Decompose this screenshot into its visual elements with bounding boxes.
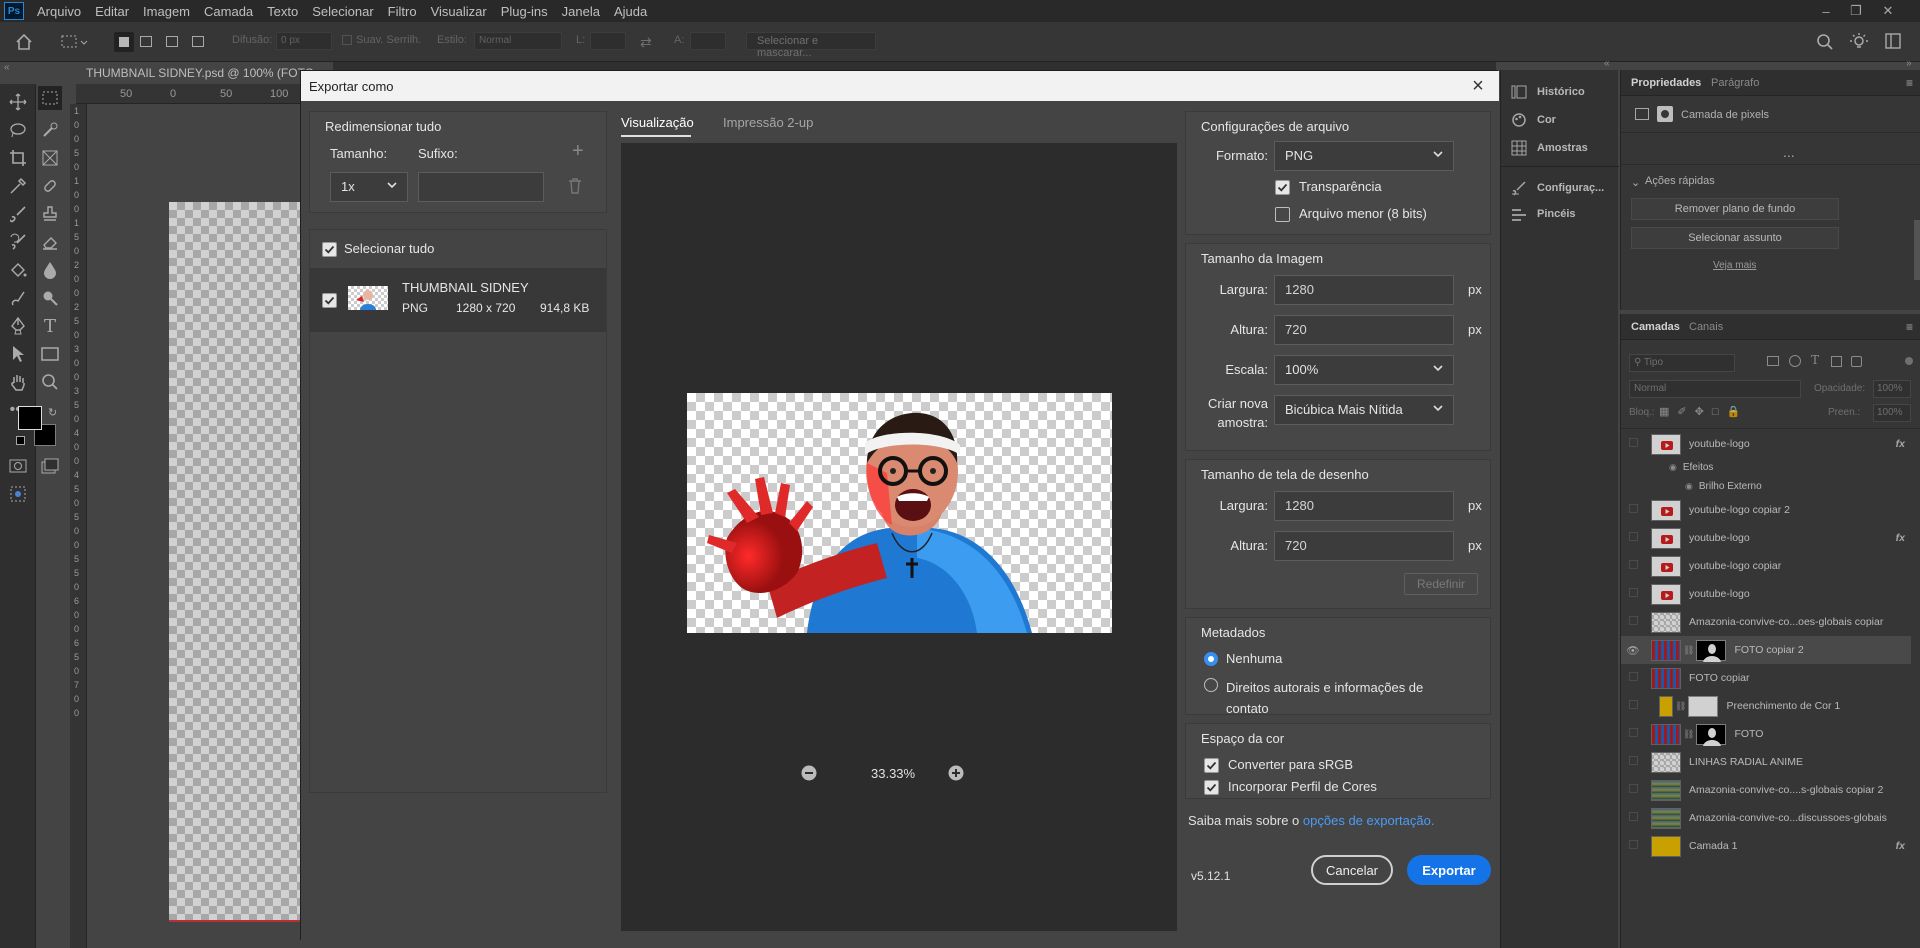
tab-preview[interactable]: Visualização: [621, 115, 694, 130]
close-icon[interactable]: ×: [1467, 75, 1489, 97]
smaller-file-checkbox[interactable]: [1275, 207, 1290, 222]
image-width-input[interactable]: 1280: [1274, 275, 1454, 305]
embed-profile-label: Incorporar Perfil de Cores: [1228, 779, 1377, 794]
select-all-checkbox[interactable]: [322, 242, 337, 257]
format-value: PNG: [1285, 148, 1314, 163]
convert-srgb-label: Converter para sRGB: [1228, 757, 1353, 772]
format-label: Formato:: [1215, 148, 1268, 163]
reset-button[interactable]: Redefinir: [1404, 573, 1478, 595]
resample-value: Bicúbica Mais Nítida: [1285, 402, 1403, 417]
asset-format: PNG: [402, 301, 429, 315]
cancel-button[interactable]: Cancelar: [1311, 855, 1393, 885]
resample-label: Criar nova amostra:: [1208, 396, 1268, 430]
image-width-label: Largura:: [1219, 282, 1268, 297]
export-button[interactable]: Exportar: [1407, 855, 1491, 885]
chevron-down-icon: [386, 179, 398, 191]
suffix-label: Sufixo:: [418, 146, 458, 161]
canvas-size-section: Tamanho de tela de desenho Largura: 1280…: [1185, 459, 1491, 609]
scale-value: 100%: [1285, 362, 1319, 377]
file-settings-title: Configurações de arquivo: [1201, 119, 1350, 134]
asset-dimensions: 1280 x 720: [456, 301, 516, 315]
preview-column: Visualização Impressão 2-up 33.33%: [613, 101, 1185, 941]
image-size-title: Tamanho da Imagem: [1201, 251, 1324, 266]
size-value: 1x: [341, 179, 355, 194]
metadata-none-radio[interactable]: [1204, 652, 1218, 666]
suffix-input[interactable]: [418, 172, 544, 202]
image-height-label: Altura:: [1230, 322, 1268, 337]
resize-all-title: Redimensionar tudo: [325, 119, 442, 134]
smaller-file-label: Arquivo menor (8 bits): [1299, 206, 1427, 221]
learn-more-prefix: Saiba mais sobre o: [1188, 813, 1300, 828]
asset-list-section: Selecionar tudo THUMBNAIL SIDNEY PNG 128…: [309, 229, 607, 793]
zoom-out-icon[interactable]: [801, 765, 817, 781]
dialog-title: Exportar como: [301, 71, 1499, 101]
zoom-in-icon[interactable]: [948, 765, 964, 781]
convert-srgb-checkbox[interactable]: [1204, 758, 1219, 773]
asset-checkbox[interactable]: [322, 293, 337, 308]
foreground-color-swatch-front[interactable]: [18, 406, 42, 430]
export-as-dialog: Exportar como × Redimensionar tudo Taman…: [300, 70, 1499, 941]
canvas-width-input[interactable]: 1280: [1274, 491, 1454, 521]
version-label: v5.12.1: [1191, 869, 1231, 883]
format-select[interactable]: PNG: [1274, 141, 1454, 171]
chevron-down-icon: [1432, 148, 1444, 160]
canvas-size-title: Tamanho de tela de desenho: [1201, 467, 1369, 482]
trash-icon[interactable]: [568, 178, 582, 194]
zoom-level: 33.33%: [871, 766, 916, 781]
color-space-title: Espaço da cor: [1201, 731, 1285, 746]
transparency-checkbox[interactable]: [1275, 180, 1290, 195]
add-scale-icon[interactable]: +: [572, 140, 584, 163]
scale-select[interactable]: 100%: [1274, 355, 1454, 385]
settings-column: Configurações de arquivo Formato: PNG Tr…: [1185, 101, 1499, 941]
asset-filesize: 914,8 KB: [540, 301, 590, 315]
unit-label: px: [1468, 498, 1482, 513]
canvas-height-input[interactable]: 720: [1274, 531, 1454, 561]
preview-image: [687, 393, 1112, 633]
select-all-label: Selecionar tudo: [344, 241, 435, 256]
unit-label: px: [1468, 538, 1482, 553]
learn-more-text: Saiba mais sobre o opções de exportação.: [1188, 813, 1434, 828]
canvas-height-label: Altura:: [1230, 538, 1268, 553]
resize-all-section: Redimensionar tudo Tamanho: Sufixo: + 1x: [309, 111, 607, 213]
resample-select[interactable]: Bicúbica Mais Nítida: [1274, 395, 1454, 425]
tab-2up[interactable]: Impressão 2-up: [723, 115, 813, 130]
size-label: Tamanho:: [330, 146, 388, 161]
file-settings-section: Configurações de arquivo Formato: PNG Tr…: [1185, 111, 1491, 235]
unit-label: px: [1468, 322, 1482, 337]
learn-more-link[interactable]: opções de exportação.: [1303, 813, 1435, 828]
color-space-section: Espaço da cor Converter para sRGB Incorp…: [1185, 723, 1491, 799]
metadata-section: Metadados Nenhuma Direitos autorais e in…: [1185, 617, 1491, 716]
asset-name: THUMBNAIL SIDNEY: [402, 280, 529, 295]
unit-label: px: [1468, 282, 1482, 297]
assets-column: Redimensionar tudo Tamanho: Sufixo: + 1x…: [301, 101, 613, 941]
metadata-none-label: Nenhuma: [1226, 651, 1283, 666]
asset-row[interactable]: THUMBNAIL SIDNEY PNG 1280 x 720 914,8 KB: [310, 268, 606, 332]
size-select[interactable]: 1x: [330, 172, 408, 202]
transparency-label: Transparência: [1299, 179, 1382, 194]
chevron-down-icon: [1432, 402, 1444, 414]
tab-preview-underline: [621, 135, 691, 137]
image-height-input[interactable]: 720: [1274, 315, 1454, 345]
preview-area[interactable]: 33.33%: [621, 143, 1177, 931]
embed-profile-checkbox[interactable]: [1204, 780, 1219, 795]
scale-label: Escala:: [1225, 362, 1268, 377]
asset-thumbnail: [348, 286, 388, 310]
image-size-section: Tamanho da Imagem Largura: 1280 px Altur…: [1185, 243, 1491, 451]
metadata-title: Metadados: [1201, 625, 1266, 640]
chevron-down-icon: [1432, 362, 1444, 374]
metadata-copyright-radio[interactable]: [1204, 678, 1218, 692]
canvas-width-label: Largura:: [1219, 498, 1268, 513]
metadata-copyright-label: Direitos autorais e informações de conta…: [1226, 680, 1424, 716]
